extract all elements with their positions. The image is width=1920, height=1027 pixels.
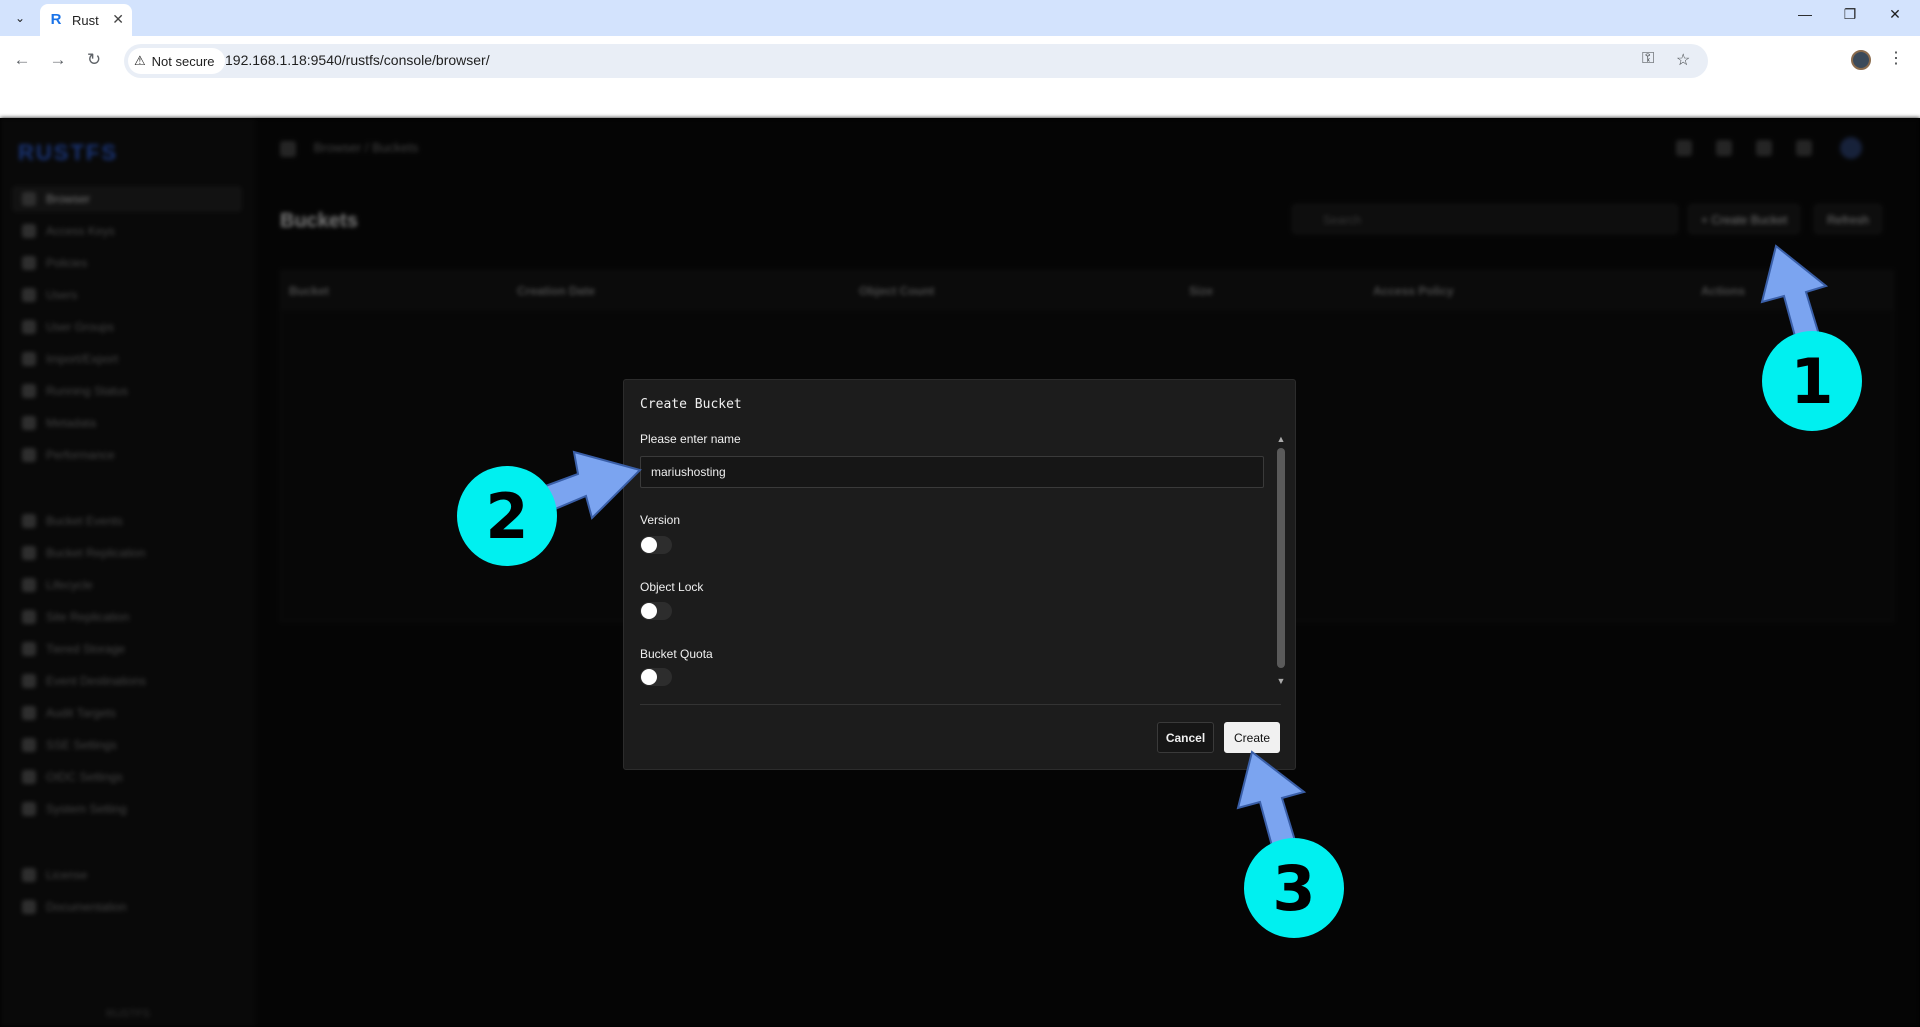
scroll-down-icon[interactable]: ▼ bbox=[1276, 676, 1286, 686]
tab-search-icon[interactable]: ⌄ bbox=[8, 6, 32, 30]
forward-icon[interactable]: → bbox=[46, 48, 70, 72]
browser-menu-icon[interactable]: ⋮ bbox=[1888, 48, 1904, 68]
minimize-icon[interactable]: — bbox=[1790, 6, 1820, 22]
bucket-quota-toggle[interactable] bbox=[640, 668, 672, 686]
browser-tab-strip: ⌄ R Rust ✕ — ❐ ✕ bbox=[0, 0, 1920, 36]
reload-icon[interactable]: ↻ bbox=[82, 48, 106, 72]
rustfs-favicon-icon: R bbox=[50, 11, 62, 28]
toggle-knob bbox=[641, 669, 657, 685]
restore-icon[interactable]: ❐ bbox=[1835, 6, 1865, 23]
cancel-button[interactable]: Cancel bbox=[1157, 722, 1214, 753]
browser-content-gap bbox=[0, 84, 1920, 118]
dialog-title: Create Bucket bbox=[640, 397, 742, 412]
version-toggle[interactable] bbox=[640, 536, 672, 554]
toggle-knob bbox=[641, 537, 657, 553]
bookmark-star-icon[interactable]: ☆ bbox=[1676, 50, 1690, 70]
step-2-badge: 2 bbox=[457, 466, 557, 566]
security-label: Not secure bbox=[151, 53, 215, 69]
step-3-badge: 3 bbox=[1244, 838, 1344, 938]
password-key-icon[interactable]: ⚿ bbox=[1642, 50, 1654, 68]
url-text[interactable]: 192.168.1.18:9540/rustfs/console/browser… bbox=[225, 52, 490, 68]
tab-close-icon[interactable]: ✕ bbox=[112, 11, 124, 28]
scroll-thumb[interactable] bbox=[1277, 448, 1285, 668]
name-label: Please enter name bbox=[640, 432, 741, 446]
tab-title: Rust bbox=[72, 12, 99, 28]
security-chip[interactable]: ⚠ Not secure bbox=[128, 48, 225, 74]
toggle-knob bbox=[641, 603, 657, 619]
dialog-divider bbox=[640, 704, 1281, 705]
warning-icon: ⚠ bbox=[134, 53, 146, 68]
profile-avatar[interactable] bbox=[1851, 50, 1871, 70]
window-close-icon[interactable]: ✕ bbox=[1880, 6, 1910, 23]
object-lock-toggle[interactable] bbox=[640, 602, 672, 620]
bucket-name-input[interactable] bbox=[640, 456, 1264, 488]
scroll-up-icon[interactable]: ▲ bbox=[1276, 434, 1286, 444]
bucket-quota-label: Bucket Quota bbox=[640, 647, 713, 661]
step-1-badge: 1 bbox=[1762, 331, 1862, 431]
create-button[interactable]: Create bbox=[1224, 722, 1280, 753]
create-bucket-dialog: Create Bucket Please enter name Version … bbox=[623, 379, 1296, 770]
back-icon[interactable]: ← bbox=[10, 48, 34, 72]
object-lock-label: Object Lock bbox=[640, 580, 704, 594]
dialog-scrollbar[interactable]: ▲ ▼ bbox=[1275, 432, 1287, 688]
browser-tab[interactable]: R Rust ✕ bbox=[40, 4, 132, 36]
version-label: Version bbox=[640, 513, 681, 527]
